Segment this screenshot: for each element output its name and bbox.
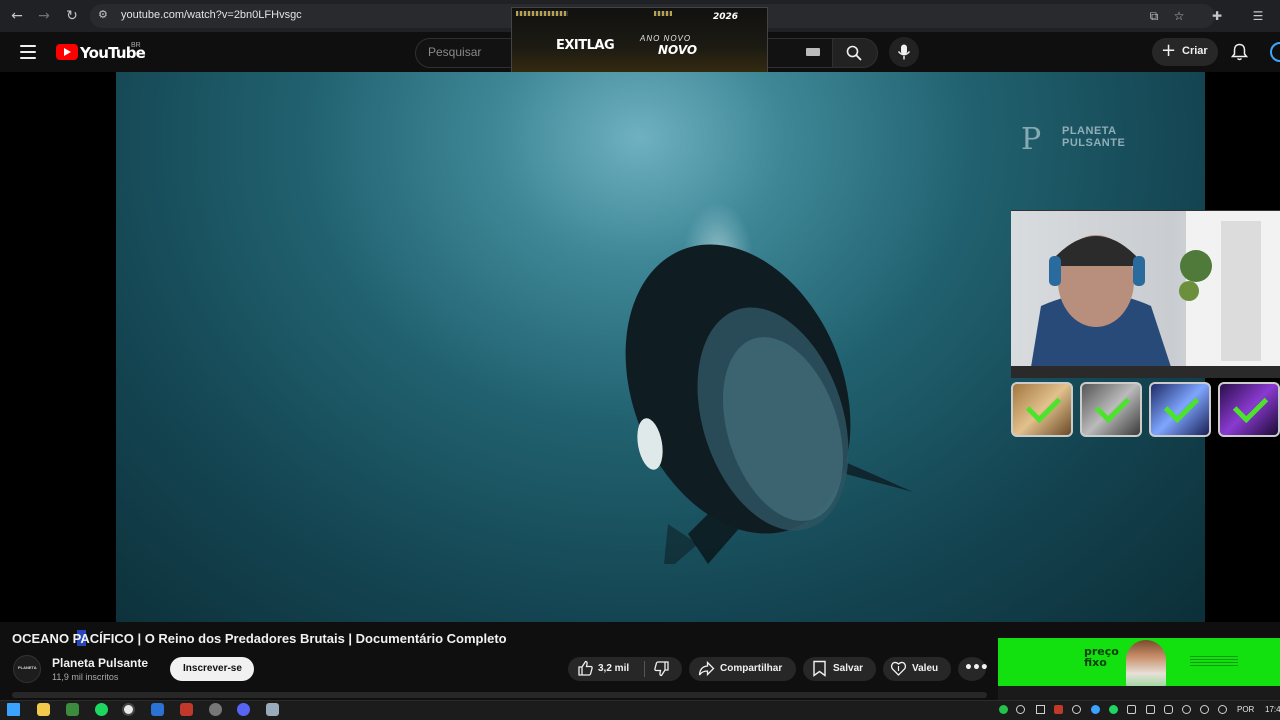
region-code: BR [131, 42, 141, 49]
plus-icon: + [1161, 40, 1177, 61]
menu-icon[interactable] [20, 45, 36, 59]
microphone-tray-icon[interactable] [1164, 705, 1173, 714]
ad-decor-stripe [516, 11, 568, 16]
ad-decor-stripe [654, 11, 672, 16]
tray-icon[interactable] [999, 705, 1008, 714]
tray-icon[interactable] [1072, 705, 1081, 714]
channel-watermark: PLANETA PULSANTE [1062, 125, 1125, 149]
tray-icon[interactable] [1091, 705, 1100, 714]
heart-dollar-icon [890, 661, 907, 676]
clock-time[interactable]: 17:4 [1265, 705, 1280, 714]
tray-icon[interactable] [1036, 705, 1045, 714]
side-ad-fineprint [1190, 656, 1238, 666]
achievement-badge [1011, 382, 1073, 437]
title-rest: ACÍFICO | O Reino dos Predadores Brutais… [80, 631, 507, 646]
app-icon[interactable] [209, 703, 222, 716]
save-bookmark-icon [813, 660, 826, 677]
tray-icon[interactable] [1146, 705, 1155, 714]
app-icon[interactable] [266, 703, 279, 716]
channel-name[interactable]: Planeta Pulsante [52, 656, 148, 670]
share-icon [698, 660, 715, 677]
tray-icon[interactable] [1182, 705, 1191, 714]
like-icon[interactable] [577, 660, 594, 677]
webcam-frame-strip [1011, 366, 1280, 378]
search-button[interactable] [832, 38, 878, 68]
save-label[interactable]: Salvar [833, 663, 863, 674]
side-ad-headline: preço fixo [1084, 646, 1119, 668]
share-label[interactable]: Compartilhar [720, 663, 782, 674]
back-icon[interactable]: ← [7, 6, 27, 26]
chrome-icon[interactable] [122, 703, 135, 716]
achievement-badge [1149, 382, 1211, 437]
like-divider [644, 661, 645, 677]
tray-icon[interactable] [1109, 705, 1118, 714]
search-placeholder[interactable]: Pesquisar [428, 45, 481, 59]
ad-brand: EXITLAG [556, 38, 615, 53]
keyboard-icon[interactable] [806, 48, 820, 56]
dislike-icon[interactable] [653, 660, 670, 677]
tray-icon[interactable] [1054, 705, 1063, 714]
ad-year: 2026 [713, 12, 739, 22]
notifications-bell-icon[interactable] [1231, 43, 1248, 61]
forward-icon[interactable]: → [34, 6, 54, 26]
tray-icon[interactable] [1127, 705, 1136, 714]
ad-tagline: ANO NOVO [640, 34, 692, 43]
video-title: OCEANO PACÍFICO | O Reino dos Predadores… [12, 631, 507, 646]
voice-search-button[interactable] [889, 37, 919, 67]
extensions-icon[interactable]: ✚ [1209, 8, 1225, 24]
watermark-line2: PULSANTE [1062, 137, 1126, 149]
tray-icon[interactable] [1016, 705, 1025, 714]
ad-tagline-new: NOVO [658, 43, 698, 57]
checkmark-icon [1232, 387, 1269, 424]
create-label[interactable]: Criar [1182, 45, 1208, 57]
checkmark-icon [1094, 387, 1131, 424]
channel-avatar-text: PLANETA [18, 665, 37, 670]
checkmark-icon [1025, 387, 1062, 424]
more-dots-icon: ••• [964, 660, 989, 676]
checkmark-icon [1163, 387, 1200, 424]
title-prefix: OCEANO [12, 631, 73, 646]
channel-watermark-logo: P [1021, 122, 1042, 157]
orca-illustration [625, 244, 913, 564]
subscriber-count: 11,9 mil inscritos [52, 672, 119, 682]
start-icon[interactable] [7, 703, 20, 716]
microphone-icon [897, 44, 911, 60]
store-icon[interactable] [66, 703, 79, 716]
streamer-webcam [1011, 210, 1280, 367]
app-icon[interactable] [151, 703, 164, 716]
side-ad-person-image [1126, 640, 1166, 688]
app-icon[interactable] [180, 703, 193, 716]
file-explorer-icon[interactable] [37, 703, 50, 716]
player-letterbox-left [0, 72, 116, 622]
volume-icon[interactable] [1218, 705, 1227, 714]
achievement-badge [1218, 382, 1280, 437]
youtube-logo-icon[interactable] [56, 44, 78, 60]
install-app-icon[interactable]: ⧉ [1146, 8, 1162, 24]
bookmark-star-icon[interactable]: ☆ [1171, 8, 1187, 24]
site-info-icon[interactable]: ⚙ [98, 8, 112, 22]
description-box-edge [12, 692, 987, 698]
discord-icon[interactable] [237, 703, 250, 716]
url-text[interactable]: youtube.com/watch?v=2bn0LFHvsgc [121, 9, 302, 21]
thanks-label[interactable]: Valeu [912, 663, 938, 674]
spotify-icon[interactable] [95, 703, 108, 716]
reading-list-icon[interactable]: ☰ [1250, 8, 1266, 24]
reload-icon[interactable]: ↻ [62, 6, 82, 26]
like-count[interactable]: 3,2 mil [598, 663, 629, 674]
subscribe-label[interactable]: Inscrever-se [183, 663, 242, 674]
achievement-badge [1080, 382, 1142, 437]
network-icon[interactable] [1200, 705, 1209, 714]
search-icon [846, 45, 862, 61]
side-ad-line2: fixo [1084, 656, 1107, 669]
streamer-figure [1031, 211, 1280, 367]
input-language[interactable]: POR [1237, 705, 1254, 714]
watermark-line1: PLANETA [1062, 125, 1117, 137]
